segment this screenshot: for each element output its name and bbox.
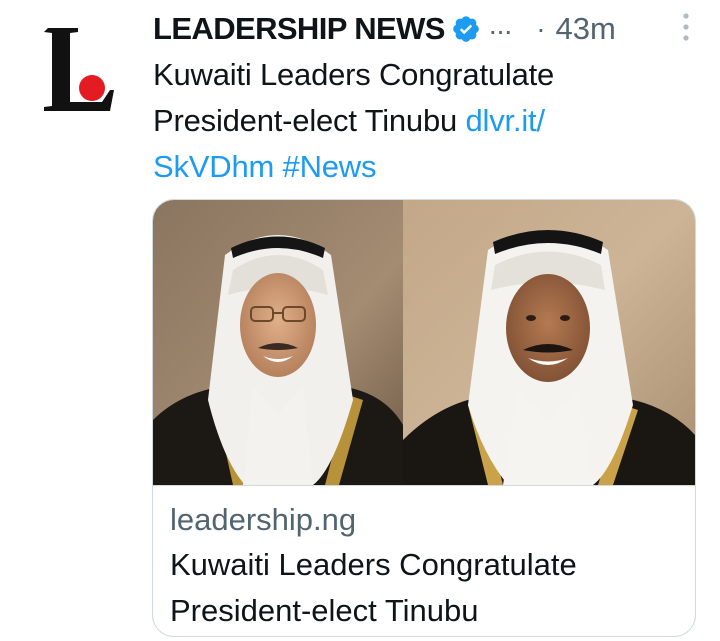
timestamp[interactable]: 43m	[556, 11, 616, 47]
tweet-link[interactable]: dlvr.it/	[465, 103, 545, 138]
account-name[interactable]: LEADERSHIP NEWS	[153, 11, 445, 47]
avatar[interactable]	[30, 10, 130, 120]
card-title: Kuwaiti Leaders Congratulate President-e…	[170, 547, 577, 628]
handle-truncated: ...	[488, 9, 513, 40]
card-domain: leadership.ng	[170, 502, 357, 537]
tweet-link-continued[interactable]: SkVDhm	[153, 149, 274, 184]
card-image[interactable]	[153, 200, 695, 486]
separator-dot: ·	[536, 13, 546, 44]
hashtag-link[interactable]: #News	[283, 149, 377, 184]
verified-badge-icon	[453, 16, 479, 42]
more-vertical-icon[interactable]	[682, 12, 690, 42]
leadership-logo-icon	[44, 28, 114, 111]
card-photo	[153, 200, 695, 485]
link-card[interactable]: leadership.ng Kuwaiti Leaders Congratula…	[152, 199, 696, 637]
tweet-header: LEADERSHIP NEWS ... · 43m	[153, 6, 708, 52]
tweet-text: Kuwaiti Leaders Congratulate President-e…	[153, 52, 693, 190]
